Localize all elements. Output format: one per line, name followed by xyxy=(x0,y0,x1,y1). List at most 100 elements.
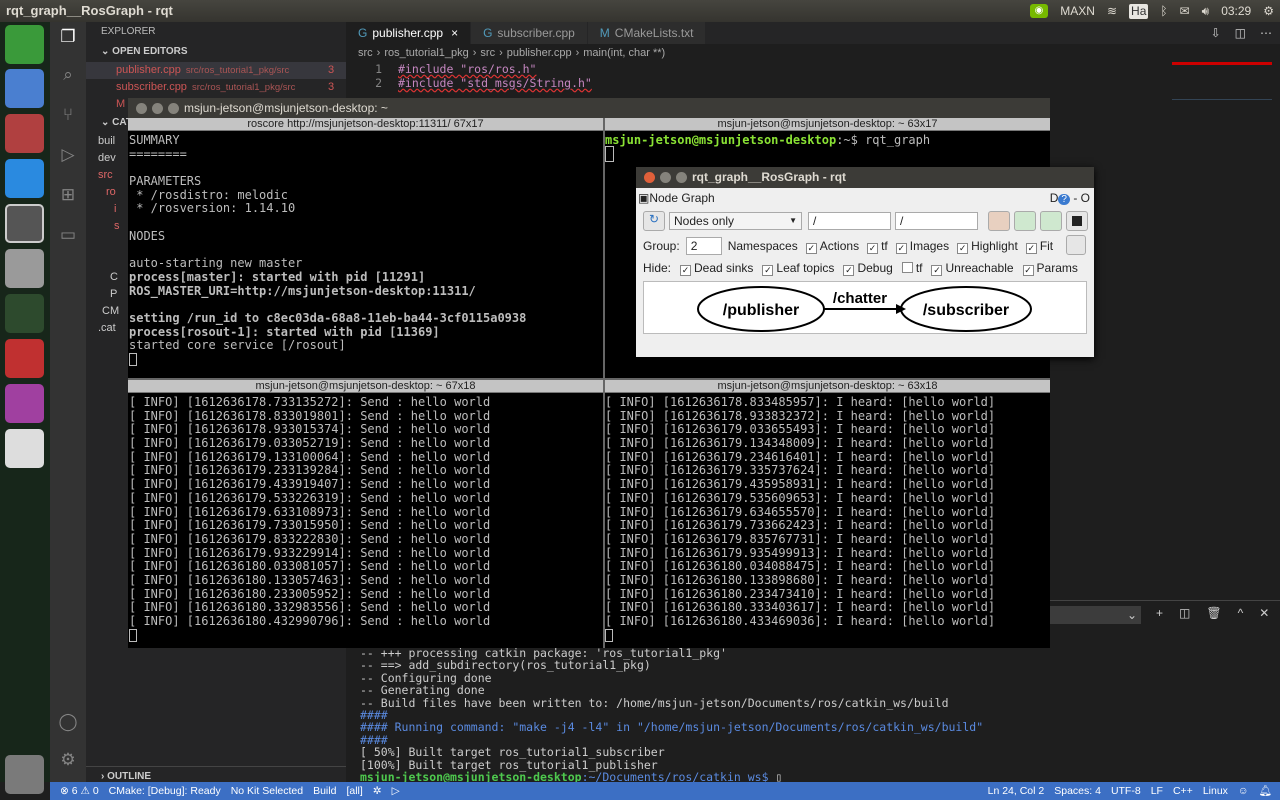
rqt-icon[interactable] xyxy=(5,384,44,423)
source-control-icon[interactable]: ⑂ xyxy=(58,105,78,125)
camera-icon[interactable] xyxy=(5,249,44,288)
checkbox-debug[interactable]: ✓ Debug xyxy=(843,261,893,276)
help-icon[interactable]: ? xyxy=(1058,194,1070,205)
save-dot-button[interactable] xyxy=(1014,211,1036,231)
pane-divider[interactable] xyxy=(128,378,1050,380)
checkbox-unreachable[interactable]: ✓ Unreachable xyxy=(931,261,1014,276)
search-icon[interactable]: ⌕ xyxy=(58,65,78,85)
nvidia-icon[interactable]: ◉ xyxy=(1029,4,1049,18)
kit-status[interactable]: No Kit Selected xyxy=(231,782,303,800)
close-plugin-button[interactable]: - O xyxy=(1073,191,1090,205)
checkbox-images[interactable]: ✓ Images xyxy=(895,239,949,254)
maximize-icon[interactable] xyxy=(168,103,179,114)
split-terminal-icon[interactable]: ◫ xyxy=(1179,606,1190,620)
editor-tab[interactable]: Gpublisher.cpp × xyxy=(346,22,472,44)
drive-icon[interactable] xyxy=(5,429,44,468)
pane-header-roscore[interactable]: roscore http://msjunjetson-desktop:11311… xyxy=(128,118,603,131)
vscode-icon[interactable] xyxy=(5,159,44,198)
build-button[interactable]: Build xyxy=(313,782,336,800)
minimap[interactable] xyxy=(1172,62,1272,100)
mail-icon[interactable]: ✉ xyxy=(1180,0,1190,22)
maximize-icon[interactable]: ^ xyxy=(1238,606,1244,620)
fit-view-button[interactable] xyxy=(1066,235,1086,255)
maximize-icon[interactable] xyxy=(676,172,687,183)
volume-icon[interactable]: 🔊︎ xyxy=(1202,0,1210,22)
load-dot-button[interactable] xyxy=(988,211,1010,231)
run-icon[interactable]: ▷ xyxy=(392,782,400,800)
ubuntu-dash-icon[interactable] xyxy=(5,25,44,64)
build-target[interactable]: [all] xyxy=(346,782,362,800)
remote-icon[interactable]: ▭ xyxy=(58,225,78,245)
breadcrumb-item[interactable]: src xyxy=(358,47,373,59)
breadcrumb-item[interactable]: main(int, char **) xyxy=(583,47,665,59)
publisher-terminal[interactable]: [ INFO] [1612636178.733135272]: Send : h… xyxy=(129,396,599,646)
clock[interactable]: 03:29 xyxy=(1221,0,1251,22)
account-icon[interactable]: ◯ xyxy=(58,712,78,732)
code-editor[interactable]: 1 #include "ros/ros.h" 2 #include "std_msgs… xyxy=(346,62,1046,90)
encoding[interactable]: UTF-8 xyxy=(1111,782,1141,800)
eol[interactable]: LF xyxy=(1151,782,1163,800)
open-editor-item[interactable]: subscriber.cpp src/ros_tutorial1_pkg/src 3 xyxy=(86,79,346,96)
settings-gear-icon[interactable]: ⚙ xyxy=(58,750,78,770)
input-method[interactable]: Ha xyxy=(1129,3,1149,19)
red-app-icon[interactable] xyxy=(5,339,44,378)
editor-tab[interactable]: M CMakeLists.txt xyxy=(587,22,707,44)
close-tab-icon[interactable]: × xyxy=(451,26,458,40)
checkbox-dead-sinks[interactable]: ✓ Dead sinks xyxy=(680,261,753,276)
indentation[interactable]: Spaces: 4 xyxy=(1054,782,1101,800)
wifi-icon[interactable]: ≋ xyxy=(1107,0,1117,22)
refresh-button[interactable]: ↻ xyxy=(643,211,665,231)
new-terminal-icon[interactable]: + xyxy=(1156,606,1163,620)
webcam-icon[interactable] xyxy=(5,294,44,333)
save-svg-button[interactable] xyxy=(1040,211,1062,231)
split-editor-icon[interactable]: ◫ xyxy=(1235,22,1246,44)
roscore-terminal[interactable]: SUMMARY ======== PARAMETERS * /rosdistro: … xyxy=(129,134,599,378)
checkbox-actions[interactable]: ✓ Actions xyxy=(805,239,859,254)
checkbox-leaf-topics[interactable]: ✓ Leaf topics xyxy=(762,261,834,276)
open-editor-item[interactable]: publisher.cpp src/ros_tutorial1_pkg/src 3 xyxy=(86,62,346,79)
editor-tab[interactable]: Gsubscriber.cpp xyxy=(471,22,588,44)
close-panel-icon[interactable]: ✕ xyxy=(1259,606,1269,620)
group-spinbox[interactable]: 2 xyxy=(685,237,722,255)
language-mode[interactable]: C++ xyxy=(1173,782,1193,800)
trash-icon[interactable] xyxy=(5,755,44,794)
subscriber-terminal[interactable]: [ INFO] [1612636178.833485957]: I heard:… xyxy=(605,396,1045,646)
minimize-icon[interactable] xyxy=(660,172,671,183)
problems-indicator[interactable]: ⊗ 6 ⚠ 0 xyxy=(60,782,99,800)
node-filter-input[interactable]: / xyxy=(808,212,891,230)
pane-header-publisher[interactable]: msjun-jetson@msjunjetson-desktop: ~ 67x1… xyxy=(128,380,603,393)
minimize-icon[interactable] xyxy=(152,103,163,114)
checkbox-params[interactable]: ✓ Params xyxy=(1022,261,1078,276)
debug-icon[interactable]: ▷ xyxy=(58,145,78,165)
topic-filter-input[interactable]: / xyxy=(895,212,978,230)
terminal-icon[interactable] xyxy=(5,204,44,243)
checkbox-fit[interactable]: ✓ Fit xyxy=(1025,239,1053,254)
debug-icon[interactable]: ✲ xyxy=(373,782,382,800)
feedback-icon[interactable]: ☺ xyxy=(1238,782,1249,800)
close-icon[interactable] xyxy=(644,172,655,183)
breadcrumb-item[interactable]: ros_tutorial1_pkg xyxy=(384,47,468,59)
cmake-status[interactable]: CMake: [Debug]: Ready xyxy=(109,782,221,800)
power-icon[interactable]: ⚙ xyxy=(1263,0,1274,22)
checkbox-tf[interactable]: ✓ tf xyxy=(867,239,888,254)
graph-mode-select[interactable]: Nodes only ▼ xyxy=(669,212,802,230)
pane-header-rqt[interactable]: msjun-jetson@msjunjetson-desktop: ~ 63x1… xyxy=(605,118,1050,131)
open-editors-header[interactable]: ⌄ OPEN EDITORS xyxy=(86,42,346,62)
compare-icon[interactable]: ⇩ xyxy=(1211,22,1221,44)
checkbox-highlight[interactable]: ✓ Highlight xyxy=(957,239,1018,254)
close-icon[interactable] xyxy=(136,103,147,114)
platform[interactable]: Linux xyxy=(1203,782,1228,800)
pane-header-subscriber[interactable]: msjun-jetson@msjunjetson-desktop: ~ 63x1… xyxy=(605,380,1050,393)
breadcrumb-item[interactable]: src xyxy=(480,47,495,59)
file-manager-icon[interactable] xyxy=(5,114,44,153)
cursor-position[interactable]: Ln 24, Col 2 xyxy=(988,782,1045,800)
power-mode[interactable]: MAXN xyxy=(1060,0,1095,22)
more-icon[interactable]: ⋯ xyxy=(1260,22,1272,44)
explorer-icon[interactable]: ❐ xyxy=(58,27,78,47)
notifications-icon[interactable]: 🔔︎ xyxy=(1259,782,1272,800)
bluetooth-icon[interactable]: ᛒ xyxy=(1160,0,1167,22)
checkbox-namespaces[interactable]: Namespaces xyxy=(728,239,798,254)
chromium-icon[interactable] xyxy=(5,69,44,108)
trash-icon[interactable]: 🗑︎ xyxy=(1206,606,1221,620)
graph-view[interactable]: /publisher /chatter /subscriber xyxy=(643,281,1087,334)
